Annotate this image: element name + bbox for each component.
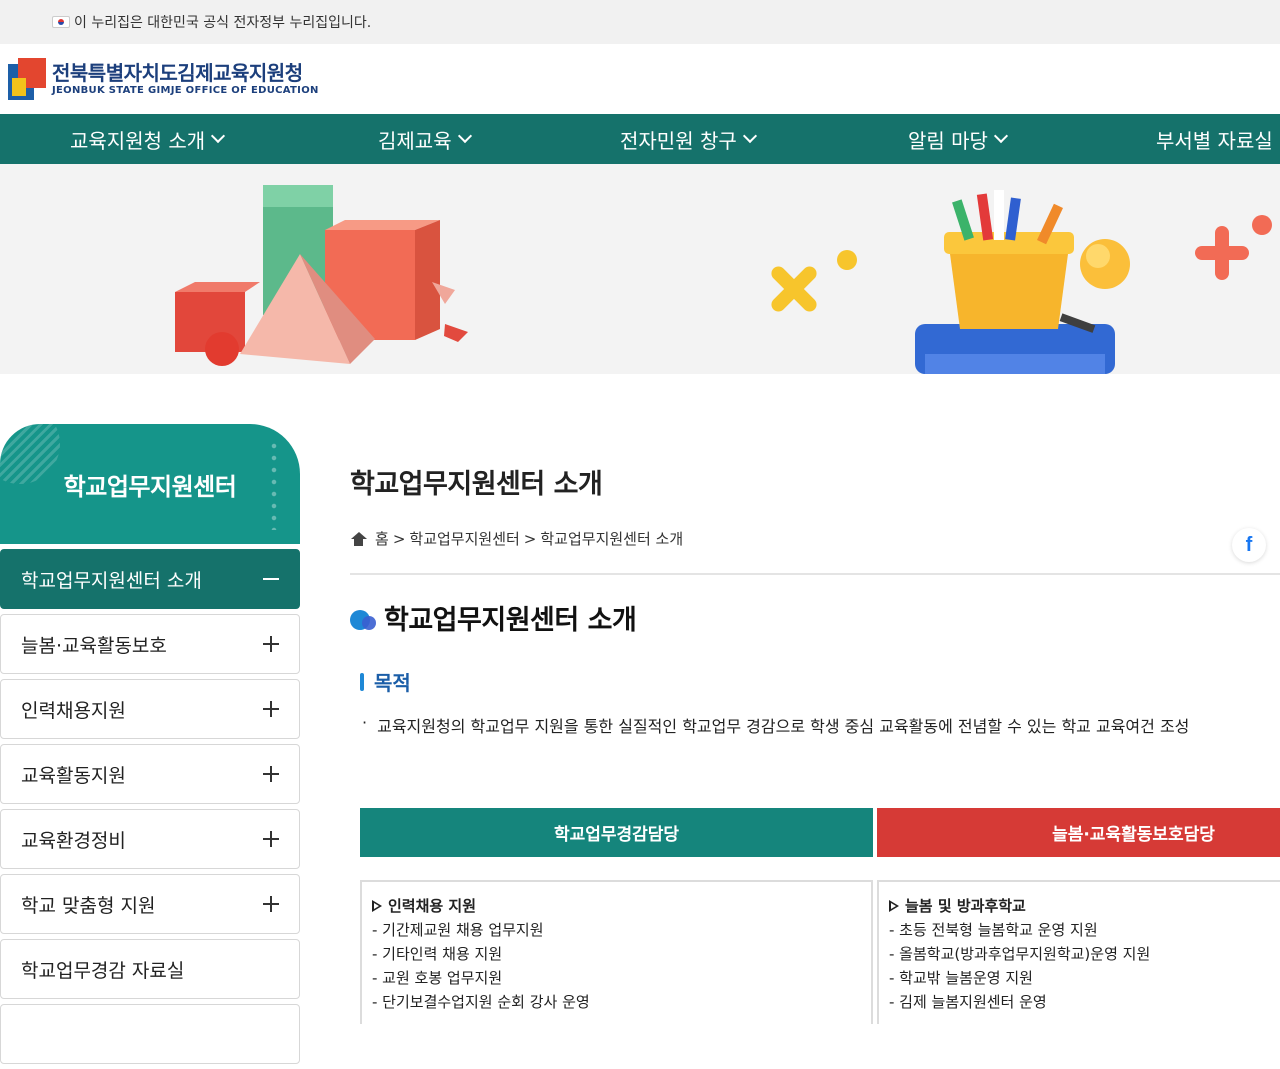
dept-header-label: 늘봄·교육활동보호담당 [1052, 825, 1215, 845]
stripe-decoration [0, 424, 60, 484]
plus-icon [263, 766, 279, 782]
list-item: - 기타인력 채용 지원 [372, 945, 503, 963]
list-item: - 초등 전북형 늘봄학교 운영 지원 [889, 921, 1098, 939]
sidebar-item-label: 학교업무경감 자료실 [21, 959, 185, 982]
dept-group-title: 인력채용 지원 [372, 894, 861, 918]
purpose-text: · 교육지원청의 학교업무 지원을 통한 실질적인 학교업무 경감으로 학생 중… [362, 713, 1189, 737]
triangle-right-icon [889, 900, 899, 912]
home-icon[interactable] [350, 531, 367, 546]
sidebar-item-recruitment[interactable]: 인력채용지원 [0, 679, 300, 739]
logo-title-ko: 전북특별자치도김제교육지원청 [52, 61, 303, 85]
dept-group-title: 늘봄 및 방과후학교 [889, 894, 1270, 918]
gnb-item-civil-service[interactable]: 전자민원 창구 [620, 114, 757, 164]
minus-icon [263, 578, 279, 580]
list-item: - 학교밖 늘봄운영 지원 [889, 969, 1033, 987]
gnb-item-label: 부서별 자료실 [1156, 128, 1273, 153]
gnb-item-label: 교육지원청 소개 [70, 128, 206, 153]
sidebar-item-center-intro[interactable]: 학교업무지원센터 소개 [0, 549, 300, 609]
plus-icon [263, 896, 279, 912]
gov-notice-bar: 이 누리집은 대한민국 공식 전자정부 누리집입니다. [0, 0, 1280, 44]
chevron-down-icon [993, 128, 1009, 144]
site-header: 전북특별자치도김제교육지원청 JEONBUK STATE GIMJE OFFIC… [0, 44, 1280, 114]
dept-header-neulbom: 늘봄·교육활동보호담당 [877, 808, 1280, 857]
list-item: - 기간제교원 채용 업무지원 [372, 921, 544, 939]
breadcrumb-level2[interactable]: 학교업무지원센터 소개 [540, 528, 683, 549]
sidebar-item-activity-support[interactable]: 교육활동지원 [0, 744, 300, 804]
korea-flag-icon [52, 16, 70, 28]
hero-illustration [175, 185, 1272, 374]
dept-header-workload: 학교업무경감담당 [360, 808, 873, 857]
hero-banner [0, 164, 1280, 374]
plus-icon [263, 831, 279, 847]
section-title-text: 학교업무지원센터 소개 [384, 605, 637, 636]
purpose-heading-text: 목적 [374, 671, 411, 695]
main-navigation: 교육지원청 소개 김제교육 전자민원 창구 알림 마당 부서별 자료실 [0, 114, 1280, 164]
gnb-item-label: 알림 마당 [908, 128, 988, 153]
sidebar-item-label: 학교 맞춤형 지원 [21, 894, 156, 917]
chevron-down-icon [211, 128, 226, 144]
list-item: - 단기보결수업지원 순회 강사 운영 [372, 993, 590, 1011]
sidebar-header: 학교업무지원센터 [0, 424, 300, 544]
sidebar-title: 학교업무지원센터 [63, 472, 237, 501]
site-logo[interactable]: 전북특별자치도김제교육지원청 JEONBUK STATE GIMJE OFFIC… [8, 58, 319, 100]
sidebar-item-label: 늘봄·교육활동보호 [21, 634, 167, 657]
sidebar-item-environment[interactable]: 교육환경정비 [0, 809, 300, 869]
dept-group-title-text: 늘봄 및 방과후학교 [905, 897, 1026, 915]
gnb-item-dept-archive[interactable]: 부서별 자료실 [1156, 114, 1273, 164]
sidebar-item-label: 인력채용지원 [21, 699, 126, 722]
dept-box-neulbom: 늘봄 및 방과후학교 - 초등 전북형 늘봄학교 운영 지원 - 올봄학교(방과… [877, 880, 1280, 1024]
list-bullet: · [362, 713, 368, 732]
sidebar-menu: 학교업무지원센터 소개 늘봄·교육활동보호 인력채용지원 교육활동지원 교육환경… [0, 549, 300, 1069]
dept-box-workload: 인력채용 지원 - 기간제교원 채용 업무지원 - 기타인력 채용 지원 - 교… [360, 880, 873, 1024]
facebook-share-button[interactable]: f [1232, 528, 1266, 562]
sidebar-item-archive[interactable]: 학교업무경감 자료실 [0, 939, 300, 999]
gov-notice-text: 이 누리집은 대한민국 공식 전자정부 누리집입니다. [74, 15, 372, 31]
gnb-item-gimje-education[interactable]: 김제교육 [378, 114, 472, 164]
list-item: - 올봄학교(방과후업무지원학교)운영 지원 [889, 945, 1151, 963]
plus-icon [263, 701, 279, 717]
gnb-item-notice[interactable]: 알림 마당 [908, 114, 1009, 164]
purpose-heading: 목적 [360, 667, 411, 696]
gnb-item-about[interactable]: 교육지원청 소개 [70, 114, 226, 164]
sidebar-item-more[interactable] [0, 1004, 300, 1064]
title-bullet-icon [350, 606, 378, 630]
heading-bar [360, 672, 364, 691]
page-title: 학교업무지원센터 소개 [350, 469, 603, 500]
sidebar-item-label: 교육활동지원 [21, 764, 126, 787]
gnb-item-label: 김제교육 [378, 128, 452, 153]
dept-group-title-text: 인력채용 지원 [388, 897, 477, 915]
section-title: 학교업무지원센터 소개 [350, 598, 637, 637]
list-item: - 김제 늘봄지원센터 운영 [889, 993, 1047, 1011]
sidebar-item-custom-support[interactable]: 학교 맞춤형 지원 [0, 874, 300, 934]
breadcrumb-separator: > [523, 529, 537, 548]
gnb-item-label: 전자민원 창구 [620, 128, 737, 153]
triangle-right-icon [372, 900, 382, 912]
plus-icon [263, 636, 279, 652]
breadcrumb-level1[interactable]: 학교업무지원센터 [409, 528, 519, 549]
facebook-icon: f [1245, 533, 1253, 556]
sidebar-item-label: 교육환경정비 [21, 829, 126, 852]
logo-mark-icon [8, 58, 46, 100]
sidebar-item-label: 학교업무지원센터 소개 [21, 569, 202, 592]
dot-decoration [270, 440, 278, 530]
purpose-text-body: 교육지원청의 학교업무 지원을 통한 실질적인 학교업무 경감으로 학생 중심 … [377, 717, 1190, 736]
list-item: - 교원 호봉 업무지원 [372, 969, 503, 987]
logo-title-en: JEONBUK STATE GIMJE OFFICE OF EDUCATION [52, 85, 319, 96]
sidebar-item-neulbom[interactable]: 늘봄·교육활동보호 [0, 614, 300, 674]
breadcrumb-home[interactable]: 홈 [375, 528, 389, 549]
breadcrumb-separator: > [392, 529, 406, 548]
title-divider [350, 573, 1280, 575]
breadcrumb: 홈 > 학교업무지원센터 > 학교업무지원센터 소개 [350, 528, 683, 549]
chevron-down-icon [457, 128, 472, 144]
chevron-down-icon [742, 128, 757, 144]
